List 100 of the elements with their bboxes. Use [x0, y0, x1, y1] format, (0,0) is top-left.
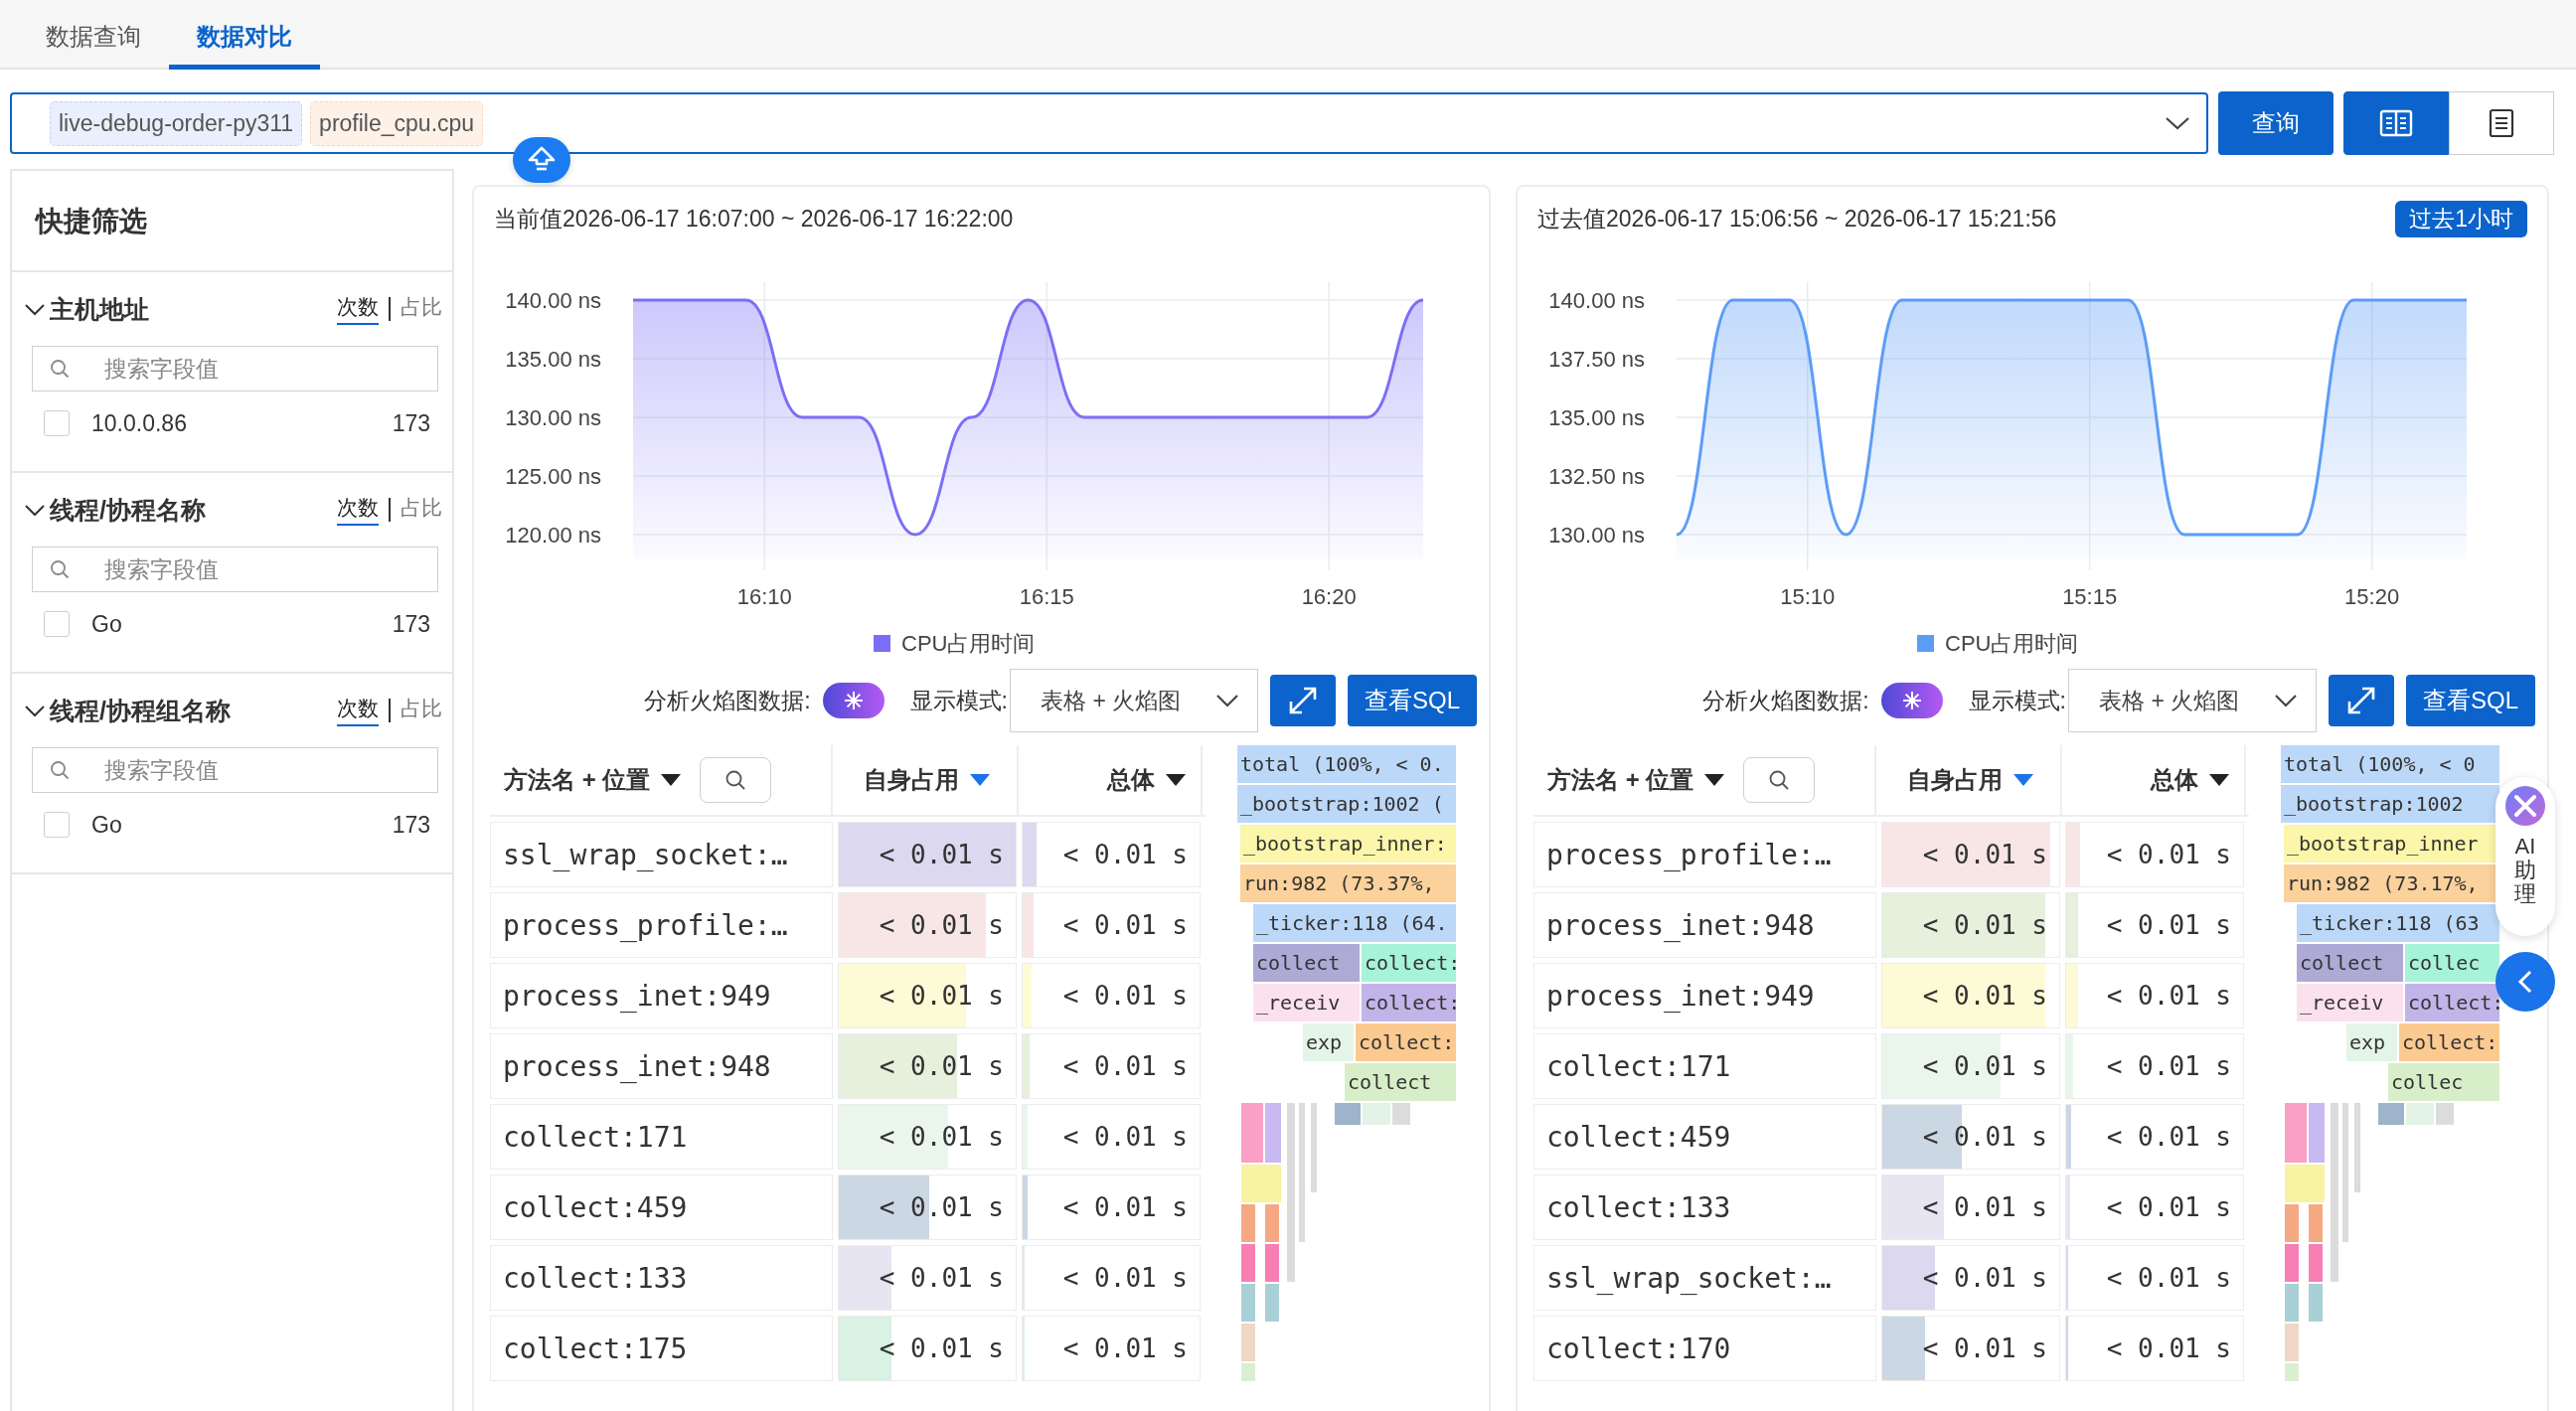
- flame-frame[interactable]: total (100%, < 0: [2281, 745, 2499, 783]
- view-sql-button[interactable]: 查看SQL: [1348, 675, 1477, 726]
- metric-toggle[interactable]: 次数: [337, 494, 379, 526]
- flame-frame[interactable]: _ticker:118 (64.: [1253, 904, 1456, 942]
- x-axis-label: 16:15: [1019, 584, 1074, 609]
- flame-frame[interactable]: _ticker:118 (63: [2297, 904, 2499, 942]
- section-title: 主机地址: [50, 293, 149, 325]
- item-count: 173: [392, 610, 430, 638]
- total-time-cell: < 0.01 s: [1022, 1104, 1201, 1170]
- self-time-cell: < 0.01 s: [1881, 1104, 2060, 1170]
- flame-frame[interactable]: collect: [1253, 944, 1360, 982]
- view-mode-button[interactable]: [2343, 91, 2449, 155]
- column-header[interactable]: 总体: [1024, 745, 1203, 815]
- self-time-cell: < 0.01 s: [1881, 1033, 2060, 1099]
- self-time-cell: < 0.01 s: [838, 892, 1017, 958]
- flame-frame[interactable]: collect:: [1356, 1023, 1456, 1061]
- search-field[interactable]: 搜索字段值: [32, 547, 438, 592]
- self-time-cell: < 0.01 s: [1881, 1245, 2060, 1311]
- flame-frame[interactable]: collect:: [2405, 984, 2499, 1021]
- fullscreen-button[interactable]: [2329, 675, 2394, 726]
- x-axis-label: 15:15: [2062, 584, 2118, 609]
- self-time-cell: < 0.01 s: [838, 1316, 1017, 1381]
- flame-frame[interactable]: _bootstrap:1002: [2281, 785, 2499, 823]
- metric-toggle[interactable]: 次数: [337, 695, 379, 726]
- metric-toggle[interactable]: 次数: [337, 293, 379, 325]
- sidebar-title: 快捷筛选: [12, 171, 452, 272]
- ai-assistant-button[interactable]: AI助理: [2496, 777, 2555, 936]
- view-sql-button[interactable]: 查看SQL: [2406, 675, 2535, 726]
- item-label: 10.0.0.86: [91, 409, 187, 437]
- total-time-cell: < 0.01 s: [2065, 1033, 2244, 1099]
- flame-analysis-switch[interactable]: [1880, 683, 1943, 718]
- method-cell: process_inet:948: [490, 1033, 833, 1099]
- column-header[interactable]: 自身占用: [1881, 745, 2062, 815]
- flame-frame[interactable]: collect:: [1362, 944, 1456, 982]
- column-search-button[interactable]: [700, 757, 772, 803]
- search-field[interactable]: 搜索字段值: [32, 747, 438, 793]
- total-time-cell: < 0.01 s: [1022, 822, 1201, 887]
- item-count: 173: [392, 811, 430, 839]
- flame-frame[interactable]: collect: [1345, 1063, 1456, 1101]
- checkbox[interactable]: [44, 410, 70, 436]
- flame-frame[interactable]: _receiv: [2297, 984, 2403, 1021]
- fullscreen-button[interactable]: [1270, 675, 1336, 726]
- column-header[interactable]: 自身占用: [838, 745, 1019, 815]
- flame-frame[interactable]: collect:: [2399, 1023, 2499, 1061]
- flame-frame[interactable]: _bootstrap:1002 (: [1237, 785, 1456, 823]
- query-tag[interactable]: profile_cpu.cpu: [310, 100, 484, 146]
- flame-analysis-switch[interactable]: [822, 683, 885, 718]
- flame-frame[interactable]: _receiv: [1253, 984, 1360, 1021]
- query-field[interactable]: live-debug-order-py311 profile_cpu.cpu: [10, 92, 2208, 154]
- flame-frame[interactable]: exp: [1303, 1023, 1354, 1061]
- legend-swatch: [1917, 635, 1934, 652]
- collapse-button[interactable]: [513, 137, 570, 183]
- flame-frame[interactable]: total (100%, < 0.: [1237, 745, 1456, 783]
- flame-frame[interactable]: collect: [2297, 944, 2403, 982]
- panel-title: 过去值2026-06-17 15:06:56 ~ 2026-06-17 15:21:56: [1537, 204, 2057, 234]
- y-axis-label: 130.00 ns: [1548, 523, 1645, 548]
- column-search-button[interactable]: [1743, 757, 1816, 803]
- x-axis-label: 16:20: [1301, 584, 1357, 609]
- y-axis-label: 135.00 ns: [505, 347, 601, 372]
- flame-frame[interactable]: exp: [2346, 1023, 2397, 1061]
- y-axis-label: 135.00 ns: [1548, 405, 1645, 430]
- item-count: 173: [392, 409, 430, 437]
- method-cell: process_inet:949: [1533, 963, 1876, 1028]
- column-header[interactable]: 方法名 + 位置: [490, 745, 833, 815]
- method-cell: collect:175: [490, 1316, 833, 1381]
- self-time-cell: < 0.01 s: [1881, 892, 2060, 958]
- metric-toggle[interactable]: 占比: [401, 695, 442, 726]
- flame-frame[interactable]: collec: [2405, 944, 2499, 982]
- chevron-down-icon[interactable]: [2165, 115, 2190, 131]
- column-header[interactable]: 总体: [2067, 745, 2246, 815]
- total-time-cell: < 0.01 s: [1022, 1245, 1201, 1311]
- time-range-badge[interactable]: 过去1小时: [2395, 200, 2527, 237]
- self-time-cell: < 0.01 s: [1881, 963, 2060, 1028]
- query-tag[interactable]: live-debug-order-py311: [50, 100, 303, 146]
- method-cell: process_inet:948: [1533, 892, 1876, 958]
- flame-frame[interactable]: collect:: [1362, 984, 1456, 1021]
- checkbox[interactable]: [44, 812, 70, 838]
- flame-frame[interactable]: collec: [2388, 1063, 2499, 1101]
- tab[interactable]: 数据查询: [18, 21, 169, 70]
- checkbox[interactable]: [44, 611, 70, 637]
- display-mode-select[interactable]: 表格 + 火焰图: [2068, 669, 2317, 732]
- flame-frame[interactable]: _bootstrap_inner:: [1240, 825, 1456, 862]
- metric-toggle[interactable]: 占比: [401, 494, 442, 526]
- flame-frame[interactable]: run:982 (73.37%,: [1240, 864, 1456, 902]
- total-time-cell: < 0.01 s: [2065, 1175, 2244, 1240]
- display-mode-select[interactable]: 表格 + 火焰图: [1010, 669, 1258, 732]
- self-time-cell: < 0.01 s: [838, 1033, 1017, 1099]
- method-cell: process_profile:…: [1533, 822, 1876, 887]
- tab[interactable]: 数据对比: [169, 21, 320, 70]
- total-time-cell: < 0.01 s: [1022, 1033, 1201, 1099]
- query-button[interactable]: 查询: [2218, 91, 2334, 155]
- self-time-cell: < 0.01 s: [838, 822, 1017, 887]
- sparkle-icon: [1900, 690, 1923, 711]
- search-field[interactable]: 搜索字段值: [32, 346, 438, 392]
- method-cell: ssl_wrap_socket:…: [1533, 1245, 1876, 1311]
- y-axis-label: 140.00 ns: [1548, 288, 1645, 313]
- method-cell: ssl_wrap_socket:…: [490, 822, 833, 887]
- method-cell: collect:171: [490, 1104, 833, 1170]
- column-header[interactable]: 方法名 + 位置: [1533, 745, 1876, 815]
- metric-toggle[interactable]: 占比: [401, 293, 442, 325]
